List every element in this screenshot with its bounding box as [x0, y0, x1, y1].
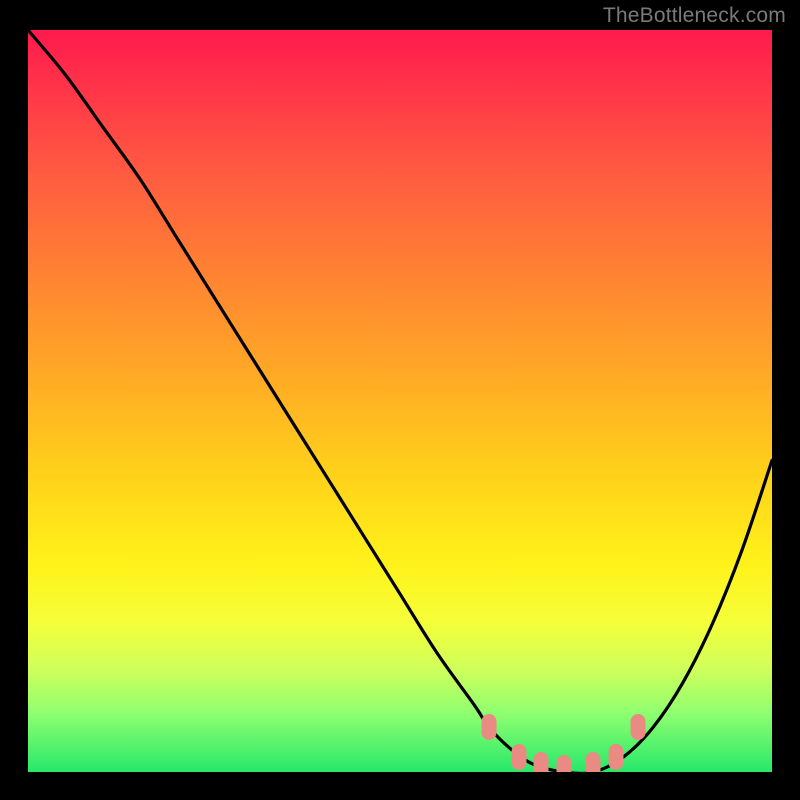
chart-marker: [482, 714, 497, 740]
chart-marker: [631, 714, 646, 740]
chart-plot-area: [28, 30, 772, 772]
chart-marker: [512, 744, 527, 770]
chart-markers-layer: [28, 30, 772, 772]
chart-marker: [534, 752, 549, 772]
chart-marker: [556, 755, 571, 772]
chart-marker: [608, 744, 623, 770]
attribution-text: TheBottleneck.com: [603, 4, 786, 28]
chart-marker: [586, 752, 601, 772]
